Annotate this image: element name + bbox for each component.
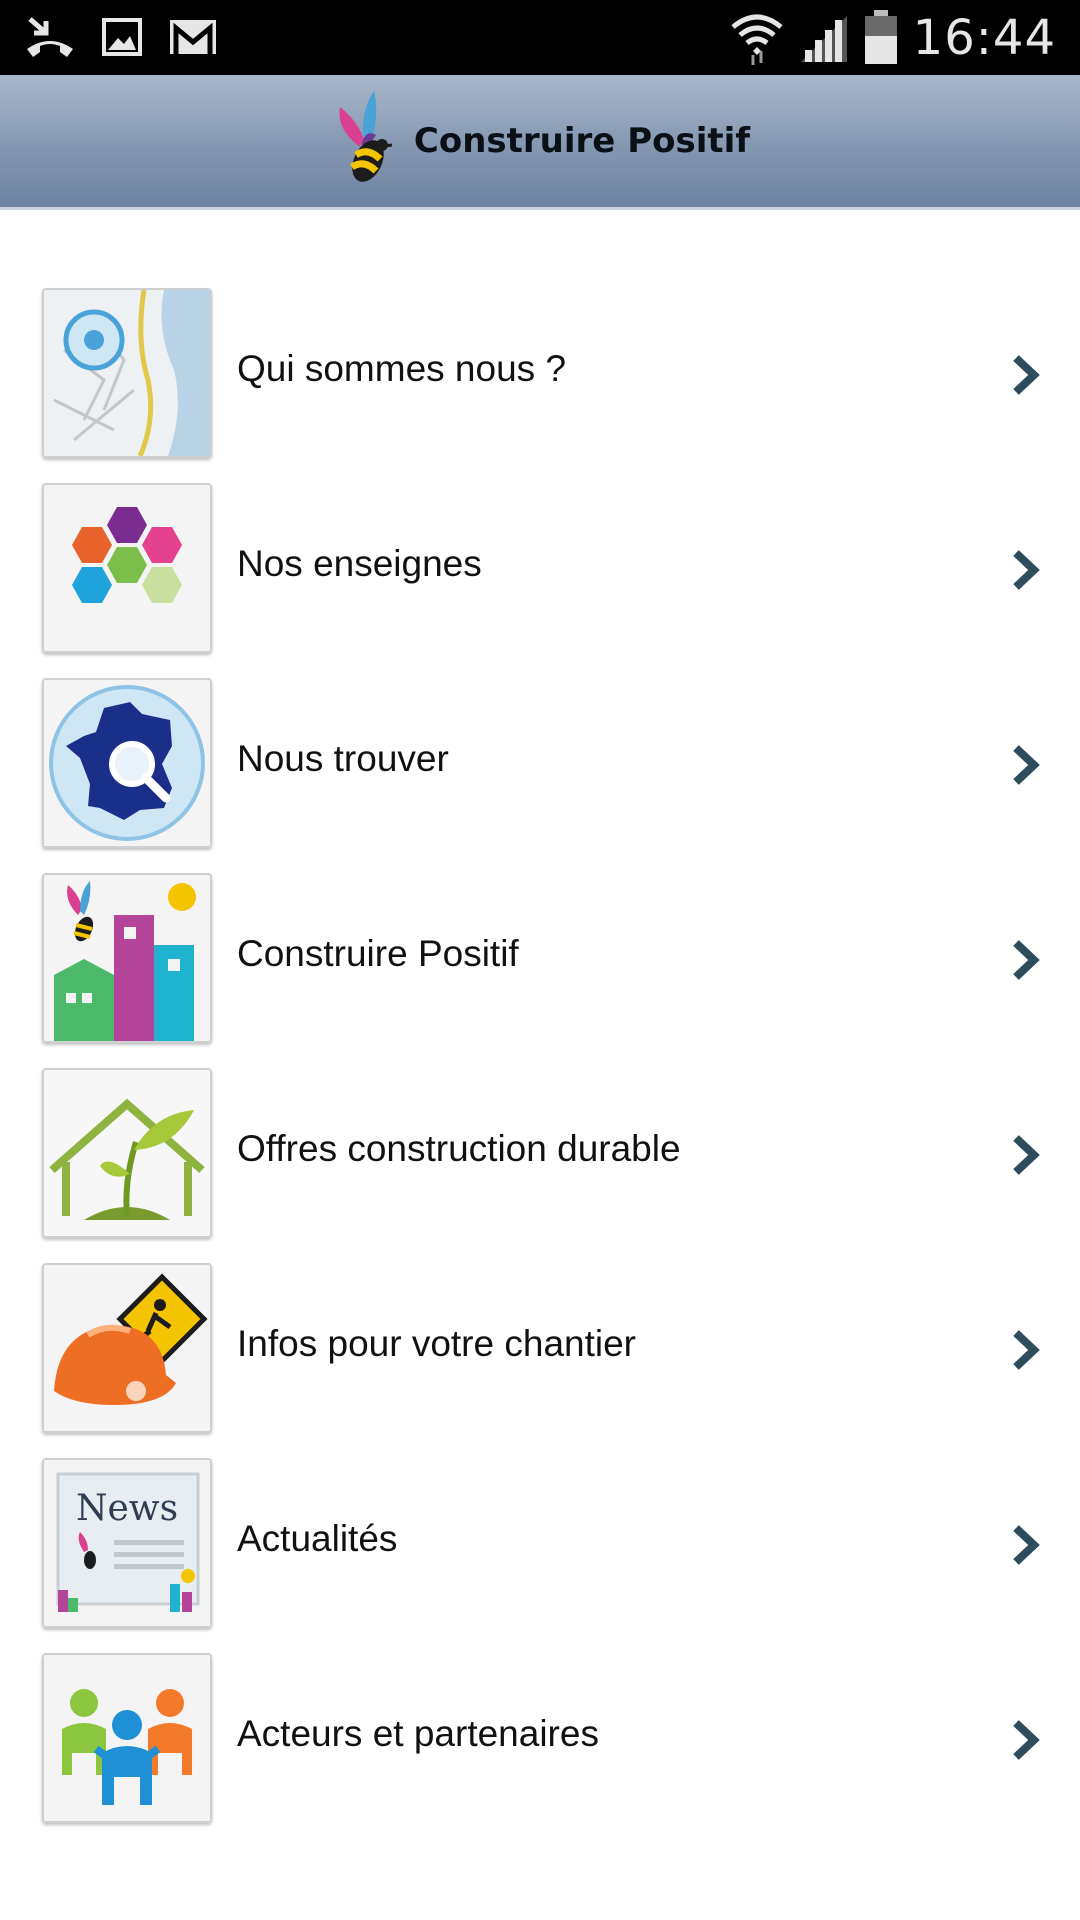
menu-item-qui-sommes-nous[interactable]: Qui sommes nous ?	[0, 288, 1080, 483]
missed-call-icon	[24, 15, 76, 59]
menu-item-infos-chantier[interactable]: Infos pour votre chantier	[0, 1263, 1080, 1458]
bee-logo-icon	[330, 89, 396, 193]
menu-item-label: Qui sommes nous ?	[237, 348, 567, 389]
france-search-icon	[42, 678, 212, 848]
signal-icon	[799, 12, 849, 64]
status-bar: 16:44	[0, 0, 1080, 75]
system-icons: 16:44	[729, 8, 1056, 68]
menu-item-construire-positif[interactable]: Construire Positif	[0, 873, 1080, 1068]
image-icon	[102, 18, 142, 56]
chevron-right-icon	[1010, 354, 1040, 400]
chevron-right-icon	[1010, 939, 1040, 985]
chevron-right-icon	[1010, 1134, 1040, 1180]
app-header: Construire Positif	[0, 75, 1080, 210]
chevron-right-icon	[1010, 549, 1040, 595]
menu-item-label: Actualités	[237, 1518, 398, 1559]
menu-item-label: Construire Positif	[237, 933, 519, 974]
menu-item-label: Nous trouver	[237, 738, 449, 779]
menu-item-label: Offres construction durable	[237, 1128, 681, 1169]
people-icon	[42, 1653, 212, 1823]
clock: 16:44	[912, 10, 1056, 66]
menu-item-label: Nos enseignes	[237, 543, 482, 584]
chevron-right-icon	[1010, 1329, 1040, 1375]
gmail-icon	[168, 18, 218, 56]
news-icon-text: News	[76, 1488, 178, 1529]
wifi-icon	[729, 11, 785, 65]
hexagons-icon	[42, 483, 212, 653]
notification-icons	[24, 12, 218, 62]
news-icon: News	[42, 1458, 212, 1628]
map-icon	[42, 288, 212, 458]
buildings-icon	[42, 873, 212, 1043]
battery-icon	[863, 10, 899, 66]
menu-item-nos-enseignes[interactable]: Nos enseignes	[0, 483, 1080, 678]
menu-item-label: Infos pour votre chantier	[237, 1323, 636, 1364]
construction-helmet-icon	[42, 1263, 212, 1433]
chevron-right-icon	[1010, 1524, 1040, 1570]
eco-house-icon	[42, 1068, 212, 1238]
page-title: Construire Positif	[413, 121, 751, 161]
chevron-right-icon	[1010, 744, 1040, 790]
menu-item-nous-trouver[interactable]: Nous trouver	[0, 678, 1080, 873]
main-menu: Qui sommes nous ? Nos enseignes Nous tro…	[0, 288, 1080, 1848]
menu-item-actualites[interactable]: News Actualités	[0, 1458, 1080, 1653]
menu-item-label: Acteurs et partenaires	[237, 1713, 599, 1754]
menu-item-acteurs-partenaires[interactable]: Acteurs et partenaires	[0, 1653, 1080, 1848]
menu-item-offres-construction-durable[interactable]: Offres construction durable	[0, 1068, 1080, 1263]
chevron-right-icon	[1010, 1719, 1040, 1765]
